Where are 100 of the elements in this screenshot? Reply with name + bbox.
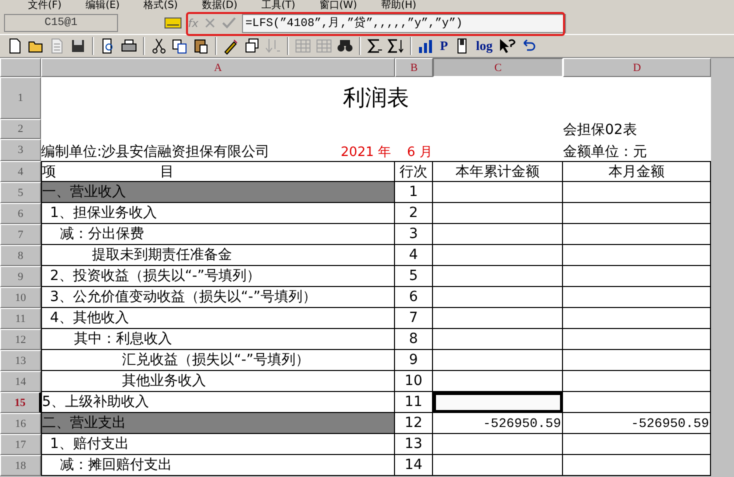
sum-icon xyxy=(366,37,384,55)
table-cell: 1 xyxy=(395,182,433,203)
toolbar-button[interactable] xyxy=(171,37,189,55)
report-year: 2021 年 xyxy=(340,144,391,161)
calculator-icon[interactable] xyxy=(164,16,182,30)
table-cell: 1、赔付支出 xyxy=(41,434,395,455)
row-header[interactable]: 16 xyxy=(0,413,41,434)
table-cell[interactable] xyxy=(433,182,563,203)
column-title: 本年累计金额 xyxy=(456,162,540,180)
table-cell: 减：分出保费 xyxy=(41,224,395,245)
table-cell: 3 xyxy=(395,224,433,245)
toolbar-button[interactable] xyxy=(150,37,168,55)
row-header[interactable]: 15 xyxy=(0,392,41,413)
column-title: 本月金额 xyxy=(608,162,664,180)
table-cell: 减：摊回赔付支出 xyxy=(41,455,395,476)
row-header[interactable]: 18 xyxy=(0,455,41,476)
column-header[interactable]: D xyxy=(563,58,711,77)
table-cell: 14 xyxy=(395,455,433,476)
row-header[interactable]: 9 xyxy=(0,266,41,287)
column-title: 目 xyxy=(160,162,174,180)
layers-icon xyxy=(243,37,261,55)
table-cell: 4 xyxy=(395,245,433,266)
cell-reference-field[interactable]: C15@1 xyxy=(4,14,118,32)
row-header[interactable]: 12 xyxy=(0,329,41,350)
report-title: 利润表 xyxy=(343,85,409,113)
column-header[interactable]: C xyxy=(433,58,563,77)
menu-item[interactable]: 编辑(E) xyxy=(86,0,120,12)
row-header[interactable]: 2 xyxy=(0,119,41,139)
menu-item[interactable]: 帮助(H) xyxy=(380,0,416,12)
toolbar-button[interactable]: P xyxy=(438,37,450,55)
function-button[interactable]: fx xyxy=(188,16,198,30)
sort-down-icon xyxy=(264,37,282,55)
table-cell[interactable] xyxy=(433,224,563,245)
table-cell: 2 xyxy=(395,203,433,224)
toolbar-button[interactable] xyxy=(387,37,405,55)
bar-chart-icon xyxy=(417,37,435,55)
table-cell[interactable] xyxy=(433,266,563,287)
grid-icon xyxy=(315,37,333,55)
toolbar-button[interactable] xyxy=(243,37,261,55)
row-header[interactable]: 6 xyxy=(0,203,41,224)
toolbar-button[interactable]: log xyxy=(474,37,495,55)
amount-unit: 金额单位：元 xyxy=(563,143,647,161)
row-header[interactable]: 13 xyxy=(0,350,41,371)
table-cell: 3、公允价值变动收益（损失以“-”号填列） xyxy=(41,287,395,308)
form-number: 会担保02表 xyxy=(563,121,637,139)
table-cell[interactable] xyxy=(433,434,563,455)
row-header[interactable]: 1 xyxy=(0,77,41,119)
menu-item[interactable]: 工具(T) xyxy=(261,0,296,12)
formula-field[interactable]: =LFS(”4108”,月,”贷”,,,,,”y”,”y”) xyxy=(242,14,566,32)
column-header[interactable]: A xyxy=(41,58,395,77)
row-header[interactable]: 17 xyxy=(0,434,41,455)
row-header[interactable]: 10 xyxy=(0,287,41,308)
help-pointer-icon xyxy=(498,37,516,55)
table-cell: 9 xyxy=(395,350,433,371)
table-cell: 12 xyxy=(395,413,433,434)
row-header[interactable]: 7 xyxy=(0,224,41,245)
menu-item[interactable]: 数据(D) xyxy=(202,0,238,12)
toolbar-button[interactable] xyxy=(498,37,516,55)
table-cell[interactable] xyxy=(433,287,563,308)
company-label: 编制单位:沙县安信融资担保有限公司 xyxy=(41,143,270,161)
table-cell[interactable] xyxy=(433,308,563,329)
toolbar-button[interactable] xyxy=(417,37,435,55)
column-header[interactable]: B xyxy=(395,58,433,77)
column-title: 项 xyxy=(42,162,56,180)
toolbar-button[interactable] xyxy=(192,37,210,55)
table-cell[interactable] xyxy=(433,350,563,371)
row-header[interactable]: 4 xyxy=(0,161,41,182)
row-header[interactable]: 8 xyxy=(0,245,41,266)
table-cell[interactable]: -526950.59 xyxy=(433,413,563,434)
table-cell: 8 xyxy=(395,329,433,350)
table-cell[interactable] xyxy=(433,455,563,476)
table-cell: 4、其他收入 xyxy=(41,308,395,329)
table-cell: 提取未到期责任准备金 xyxy=(41,245,395,266)
table-cell: 10 xyxy=(395,371,433,392)
table-cell: -526950.59 xyxy=(563,413,711,434)
table-cell: 13 xyxy=(395,434,433,455)
table-cell[interactable] xyxy=(433,245,563,266)
table-cell: 1、担保业务收入 xyxy=(41,203,395,224)
toolbar-button[interactable] xyxy=(69,37,87,55)
corner-header[interactable] xyxy=(0,58,41,77)
scissors-icon xyxy=(150,37,168,55)
grid-icon xyxy=(294,37,312,55)
row-header[interactable]: 11 xyxy=(0,308,41,329)
table-cell: 2、投资收益（损失以“-”号填列） xyxy=(41,266,395,287)
column-title: 行次 xyxy=(400,162,428,180)
toolbar-button[interactable] xyxy=(366,37,384,55)
table-cell[interactable] xyxy=(433,329,563,350)
menu-item[interactable]: 格式(S) xyxy=(144,0,178,12)
table-cell: 6 xyxy=(395,287,433,308)
table-cell[interactable] xyxy=(433,392,563,413)
table-cell: 汇兑收益（损失以“-”号填列） xyxy=(41,350,395,371)
save-icon xyxy=(69,37,87,55)
table-cell: 二、营业支出 xyxy=(41,413,395,434)
table-cell: 一、营业收入 xyxy=(41,182,395,203)
row-header[interactable]: 14 xyxy=(0,371,41,392)
row-header[interactable]: 3 xyxy=(0,139,41,161)
row-header[interactable]: 5 xyxy=(0,182,41,203)
sum-down-icon xyxy=(387,37,405,55)
table-cell: 其中：利息收入 xyxy=(41,329,395,350)
table-cell[interactable] xyxy=(433,203,563,224)
